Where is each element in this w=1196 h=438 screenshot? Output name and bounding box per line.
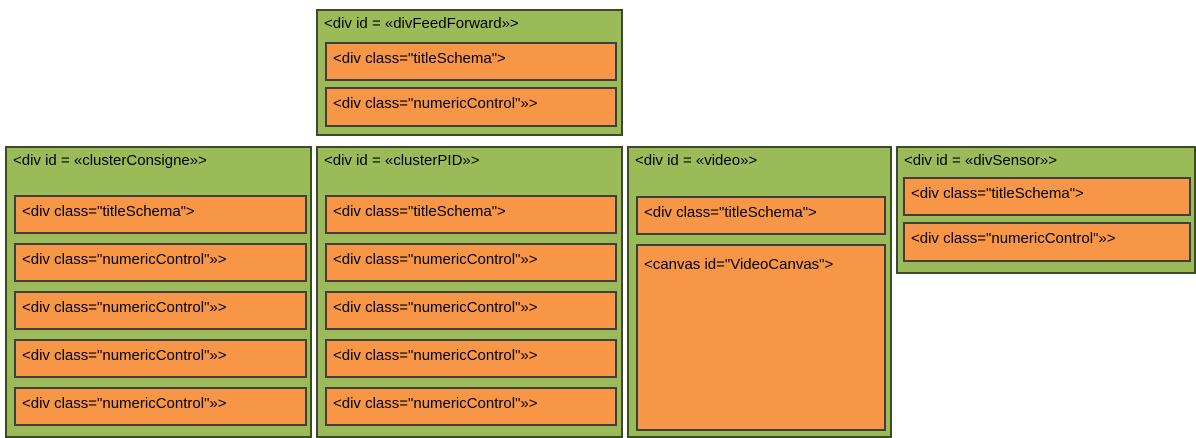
div-sensor-box: <div id = «divSensor»> <div class="title… <box>896 146 1196 274</box>
numeric-control-block: <div class="numericControl"»> <box>14 339 307 378</box>
numeric-control-block: <div class="numericControl"»> <box>903 222 1191 262</box>
cluster-consigne-title: <div id = «clusterConsigne»> <box>13 152 207 169</box>
title-schema-block: <div class="titleSchema"> <box>903 177 1191 216</box>
title-schema-block: <div class="titleSchema"> <box>14 195 307 234</box>
numeric-control-block: <div class="numericControl"»> <box>325 339 617 378</box>
numeric-control-block: <div class="numericControl"»> <box>14 387 307 426</box>
div-feedforward-box: <div id = «divFeedForward»> <div class="… <box>316 9 623 136</box>
numeric-control-block: <div class="numericControl"»> <box>325 291 617 330</box>
title-schema-block: <div class="titleSchema"> <box>636 196 886 235</box>
numeric-control-block: <div class="numericControl"»> <box>14 243 307 282</box>
numeric-control-block: <div class="numericControl"»> <box>325 87 617 127</box>
numeric-control-block: <div class="numericControl"»> <box>325 387 617 426</box>
video-canvas-block: <canvas id="VideoCanvas"> <box>636 244 886 431</box>
cluster-consigne-box: <div id = «clusterConsigne»> <div class=… <box>5 146 312 438</box>
div-feedforward-title: <div id = «divFeedForward»> <box>324 15 519 32</box>
numeric-control-block: <div class="numericControl"»> <box>14 291 307 330</box>
cluster-pid-title: <div id = «clusterPID»> <box>324 152 480 169</box>
cluster-pid-box: <div id = «clusterPID»> <div class="titl… <box>316 146 623 438</box>
video-title: <div id = «video»> <box>635 152 758 169</box>
title-schema-block: <div class="titleSchema"> <box>325 195 617 234</box>
numeric-control-block: <div class="numericControl"»> <box>325 243 617 282</box>
video-box: <div id = «video»> <div class="titleSche… <box>627 146 892 438</box>
title-schema-block: <div class="titleSchema"> <box>325 42 617 81</box>
div-sensor-title: <div id = «divSensor»> <box>904 152 1058 169</box>
